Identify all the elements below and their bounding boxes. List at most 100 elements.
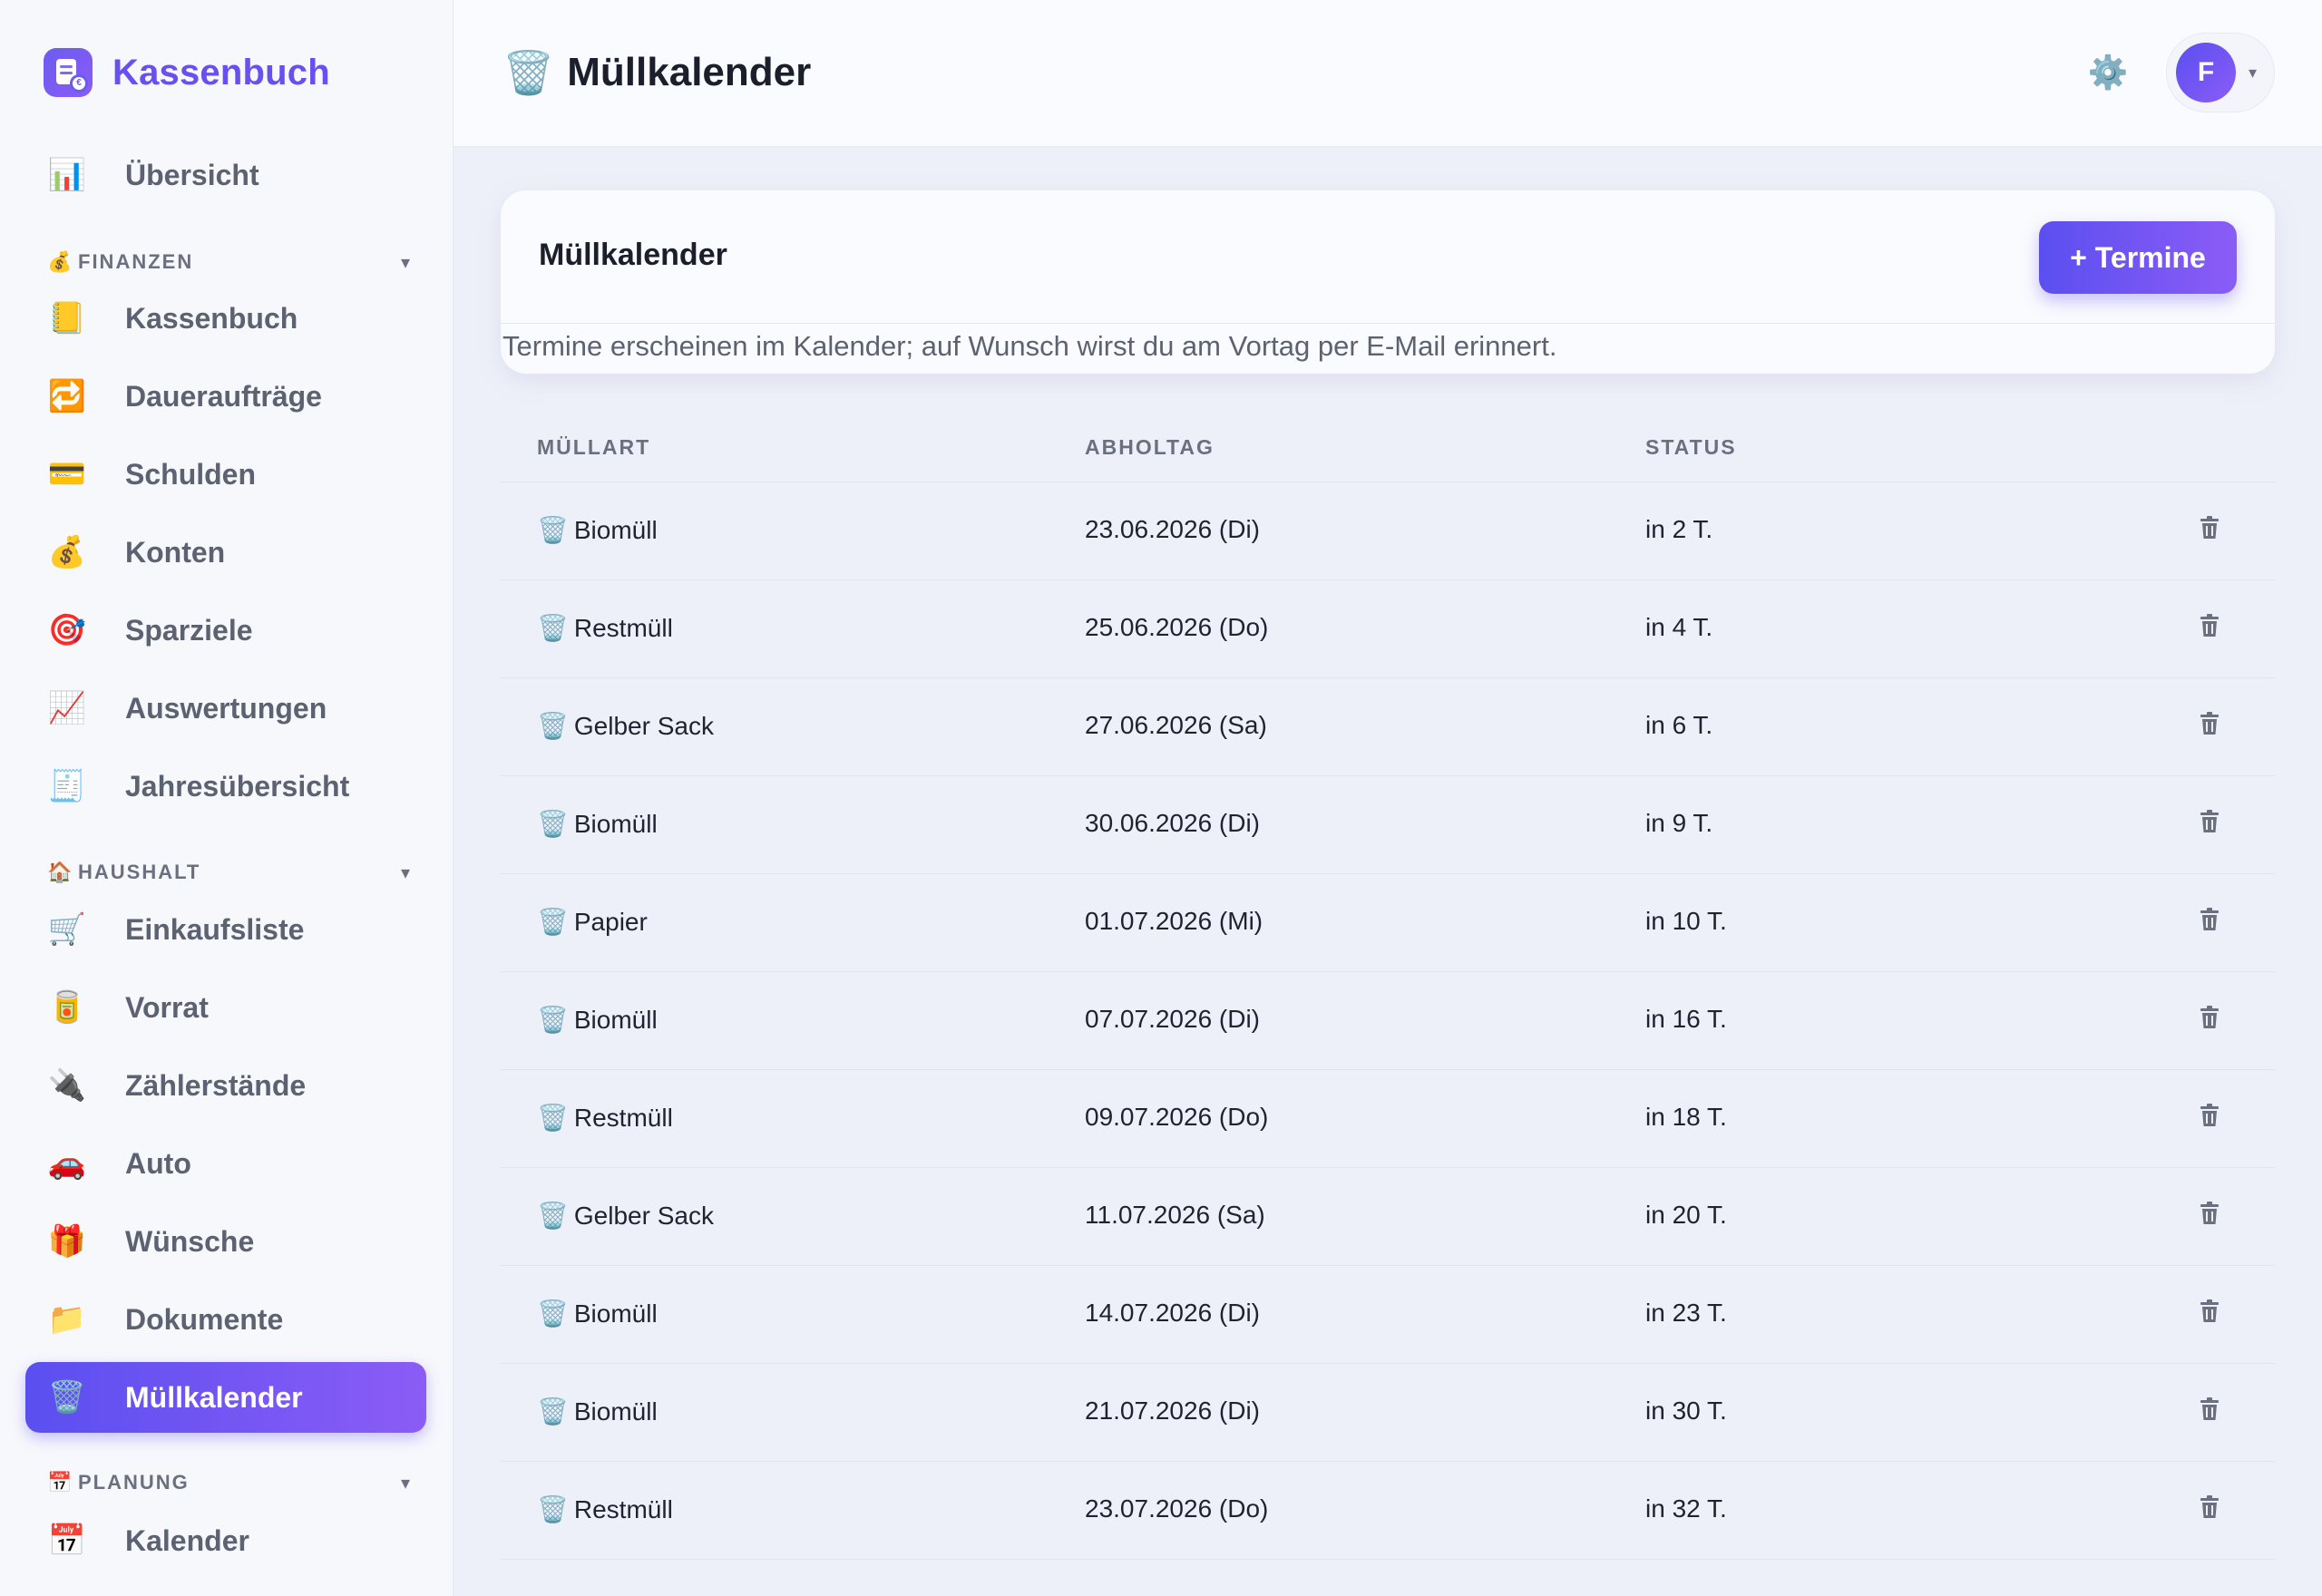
calendar-icon: 📅 xyxy=(47,1471,73,1494)
delete-button[interactable] xyxy=(2191,1393,2228,1429)
money-bag-icon: 💰 xyxy=(47,535,87,569)
waste-type: Biomüll xyxy=(573,1299,658,1328)
gear-icon[interactable]: ⚙️ xyxy=(2086,51,2130,94)
sidebar-item-label: Übersicht xyxy=(125,158,259,191)
sidebar-item-wuensche[interactable]: 🎁 Wünsche xyxy=(25,1206,426,1277)
page-title: 🗑️ Müllkalender xyxy=(502,47,811,98)
sidebar-item-label: Wünsche xyxy=(125,1224,255,1258)
receipt-icon: 🧾 xyxy=(47,769,87,803)
sidebar-item-konten[interactable]: 💰 Konten xyxy=(25,517,426,588)
cell-status: in 20 T. xyxy=(1645,1201,1727,1229)
shopping-cart-icon: 🛒 xyxy=(47,912,87,947)
trash-icon xyxy=(2200,1201,2220,1230)
cell-type: 🗑️ Restmüll xyxy=(537,613,673,643)
page-title-text: Müllkalender xyxy=(567,50,812,94)
wastebasket-icon: 🗑️ xyxy=(47,1380,87,1415)
trash-icon xyxy=(2200,1494,2220,1523)
section-haushalt[interactable]: 🏠 HAUSHALT ▾ xyxy=(47,857,410,888)
sidebar-item-uebersicht[interactable]: 📊 Übersicht xyxy=(25,140,426,210)
sidebar-item-label: Zählerstände xyxy=(125,1068,307,1102)
delete-button[interactable] xyxy=(2191,511,2228,548)
cell-status: in 6 T. xyxy=(1645,711,1713,739)
sidebar-item-kassenbuch[interactable]: 📒 Kassenbuch xyxy=(25,283,426,354)
sidebar-item-kalender[interactable]: 📅 Kalender xyxy=(25,1505,426,1576)
section-planung[interactable]: 📅 PLANUNG ▾ xyxy=(47,1467,410,1498)
top-header: 🗑️ Müllkalender ⚙️ F ▾ xyxy=(454,0,2322,147)
wastebasket-icon: 🗑️ xyxy=(537,712,569,740)
waste-type: Biomüll xyxy=(573,1005,658,1034)
sidebar-item-vorrat[interactable]: 🥫 Vorrat xyxy=(25,972,426,1043)
trash-icon xyxy=(2200,1396,2220,1426)
target-icon: 🎯 xyxy=(47,613,87,647)
cell-status: in 30 T. xyxy=(1645,1396,1727,1425)
cell-date: 21.07.2026 (Di) xyxy=(1085,1396,1261,1425)
cell-status: in 2 T. xyxy=(1645,515,1713,543)
table-header: MÜLLART ABHOLTAG STATUS xyxy=(501,414,2275,482)
sidebar-item-einkaufsliste[interactable]: 🛒 Einkaufsliste xyxy=(25,894,426,965)
section-finanzen[interactable]: 💰 FINANZEN ▾ xyxy=(47,247,410,277)
delete-button[interactable] xyxy=(2191,903,2228,939)
cell-type: 🗑️ Biomüll xyxy=(537,1005,658,1035)
chevron-down-icon: ▾ xyxy=(400,862,410,883)
sidebar-item-schulden[interactable]: 💳 Schulden xyxy=(25,439,426,510)
add-dates-button[interactable]: + Termine xyxy=(2039,221,2237,294)
waste-type: Biomüll xyxy=(573,809,658,838)
waste-type: Restmüll xyxy=(573,613,673,642)
cell-status: in 10 T. xyxy=(1645,907,1727,935)
user-menu-button[interactable]: F ▾ xyxy=(2166,33,2275,112)
sidebar-item-label: Müllkalender xyxy=(125,1380,303,1414)
section-title: PLANUNG xyxy=(78,1471,190,1494)
cell-date: 25.06.2026 (Do) xyxy=(1085,613,1269,641)
chevron-down-icon: ▾ xyxy=(400,252,410,273)
delete-button[interactable] xyxy=(2191,805,2228,842)
sidebar-item-auswertungen[interactable]: 📈 Auswertungen xyxy=(25,673,426,744)
sidebar-item-dokumente[interactable]: 📁 Dokumente xyxy=(25,1284,426,1355)
wastebasket-icon: 🗑️ xyxy=(502,48,555,96)
section-title: FINANZEN xyxy=(78,250,194,273)
section-title: HAUSHALT xyxy=(78,861,201,883)
cell-date: 01.07.2026 (Mi) xyxy=(1085,907,1263,935)
sidebar-item-zaehlerstaende[interactable]: 🔌 Zählerstände xyxy=(25,1050,426,1121)
column-header-type: MÜLLART xyxy=(537,435,651,459)
brand[interactable]: € Kassenbuch xyxy=(44,47,330,98)
sidebar-item-label: Auto xyxy=(125,1146,191,1180)
sidebar-item-auto[interactable]: 🚗 Auto xyxy=(25,1128,426,1199)
sidebar-item-muellkalender[interactable]: 🗑️ Müllkalender xyxy=(25,1362,426,1433)
waste-type: Restmüll xyxy=(573,1494,673,1523)
cell-type: 🗑️ Restmüll xyxy=(537,1103,673,1133)
trash-icon xyxy=(2200,711,2220,740)
chevron-down-icon: ▾ xyxy=(400,1473,410,1494)
delete-button[interactable] xyxy=(2191,1295,2228,1331)
delete-button[interactable] xyxy=(2191,1491,2228,1527)
cell-type: 🗑️ Gelber Sack xyxy=(537,711,714,741)
sidebar-item-sparziele[interactable]: 🎯 Sparziele xyxy=(25,595,426,666)
house-icon: 🏠 xyxy=(47,861,73,883)
table-row: 🗑️ Gelber Sack 11.07.2026 (Sa) in 20 T. xyxy=(501,1168,2275,1266)
cell-date: 09.07.2026 (Do) xyxy=(1085,1103,1269,1131)
credit-card-icon: 💳 xyxy=(47,457,87,491)
cell-status: in 9 T. xyxy=(1645,809,1713,837)
wastebasket-icon: 🗑️ xyxy=(537,1495,569,1523)
cell-date: 11.07.2026 (Sa) xyxy=(1085,1201,1265,1229)
column-header-status: STATUS xyxy=(1645,435,1737,459)
delete-button[interactable] xyxy=(2191,1197,2228,1233)
cell-date: 23.06.2026 (Di) xyxy=(1085,515,1261,543)
waste-type: Gelber Sack xyxy=(573,1201,714,1230)
trash-icon xyxy=(2200,515,2220,544)
ledger-icon: 📒 xyxy=(47,301,87,336)
delete-button[interactable] xyxy=(2191,609,2228,646)
sidebar-item-label: Daueraufträge xyxy=(125,379,322,413)
table-row: 🗑️ Papier 01.07.2026 (Mi) in 10 T. xyxy=(501,874,2275,972)
collection-table: MÜLLART ABHOLTAG STATUS 🗑️ Biomüll 23.06.2… xyxy=(501,414,2275,1560)
sidebar-item-jahresuebersicht[interactable]: 🧾 Jahresübersicht xyxy=(25,751,426,822)
cell-status: in 4 T. xyxy=(1645,613,1713,641)
trash-icon xyxy=(2200,1103,2220,1132)
trash-icon xyxy=(2200,613,2220,642)
chevron-down-icon: ▾ xyxy=(2249,63,2258,82)
sidebar-item-dauerauftraege[interactable]: 🔁 Daueraufträge xyxy=(25,361,426,432)
delete-button[interactable] xyxy=(2191,1001,2228,1037)
delete-button[interactable] xyxy=(2191,707,2228,744)
delete-button[interactable] xyxy=(2191,1099,2228,1135)
table-row: 🗑️ Biomüll 23.06.2026 (Di) in 2 T. xyxy=(501,482,2275,580)
cell-date: 23.07.2026 (Do) xyxy=(1085,1494,1269,1523)
